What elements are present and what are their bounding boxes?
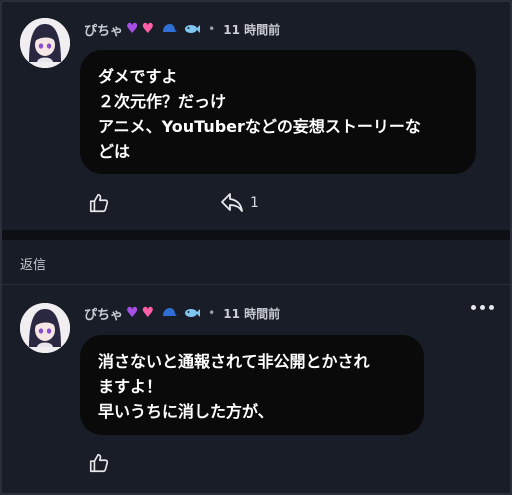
share-icon (221, 193, 243, 212)
share-button[interactable]: 1 (220, 192, 259, 214)
separator-dot: • (208, 22, 216, 36)
purple-heart-icon: ♥ (126, 305, 139, 321)
fish-icon (180, 307, 201, 319)
separator-dot: • (208, 306, 216, 320)
blue-cap-icon (157, 307, 178, 319)
replies-label: 返信 (20, 258, 47, 273)
comment-line: どは (98, 142, 131, 161)
reply-count: 1 (250, 195, 259, 211)
username[interactable]: ぴちゃ (84, 20, 123, 39)
comment-bubble: ダメですよ ２次元作？だっけ アニメ、YouTuberなどの妄想ストーリーな ど… (80, 50, 476, 174)
username[interactable]: ぴちゃ (84, 304, 123, 323)
comment-header: ぴちゃ ♥ ♥ • 11 時間前 (84, 20, 281, 39)
section-divider (0, 230, 512, 240)
comment-line: ダメですよ (98, 67, 178, 86)
reply-line: 消さないと通報されて非公開とかされ (98, 352, 370, 371)
purple-heart-icon: ♥ (126, 21, 139, 37)
more-icon[interactable] (471, 305, 494, 310)
avatar[interactable] (20, 303, 70, 353)
timestamp: 11 時間前 (223, 22, 281, 37)
replies-header: 返信 (0, 240, 512, 285)
comment-line: ２次元作？だっけ (98, 92, 227, 111)
reply-line: 早いうちに消した方が、 (98, 402, 274, 421)
pink-heart-icon: ♥ (141, 21, 155, 37)
pink-heart-icon: ♥ (141, 305, 155, 321)
timestamp: 11 時間前 (223, 306, 281, 321)
reply-bubble: 消さないと通報されて非公開とかされ ますよ！ 早いうちに消した方が、 (80, 335, 424, 435)
reply-header: ぴちゃ ♥ ♥ • 11 時間前 (84, 304, 281, 323)
thumbs-up-icon (89, 193, 109, 213)
thumbs-up-icon (89, 453, 109, 473)
avatar[interactable] (20, 18, 70, 68)
fish-icon (180, 23, 201, 35)
reply-line: ますよ！ (98, 377, 163, 396)
comment-line: アニメ、YouTuberなどの妄想ストーリーな (98, 117, 421, 136)
like-button[interactable] (88, 452, 110, 474)
like-button[interactable] (88, 192, 110, 214)
blue-cap-icon (157, 23, 178, 35)
